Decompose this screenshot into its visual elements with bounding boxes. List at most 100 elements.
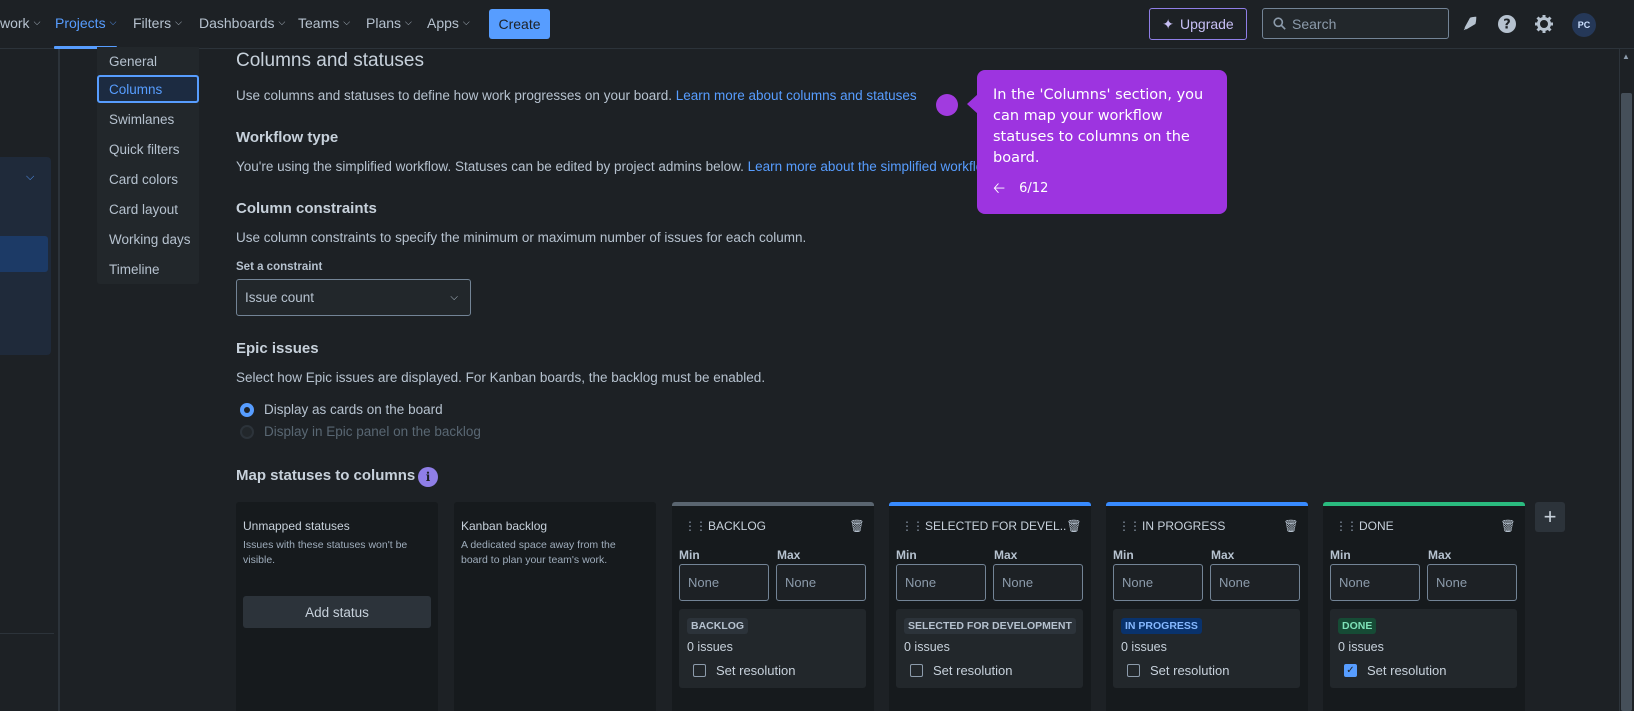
intro-text: Use columns and statuses to define how w… <box>236 88 917 103</box>
chevron-down-icon: ⌵ <box>405 16 412 27</box>
notifications-rocket-icon[interactable] <box>1459 13 1481 35</box>
radio-disabled-icon <box>240 424 254 439</box>
drag-handle-icon[interactable]: ⋮⋮ <box>901 519 924 533</box>
subnav-card-colors[interactable]: Card colors <box>97 165 199 193</box>
nav-filters[interactable]: Filters ⌵ <box>133 15 182 31</box>
tour-beacon <box>936 94 958 116</box>
search-input[interactable] <box>1292 15 1442 32</box>
drag-handle-icon[interactable]: ⋮⋮ <box>684 519 707 533</box>
subnav-quick-filters[interactable]: Quick filters <box>97 135 199 163</box>
svg-text:?: ? <box>1503 18 1511 33</box>
info-icon[interactable]: i <box>418 467 438 487</box>
subnav-general[interactable]: General <box>97 47 199 75</box>
max-label: Max <box>1211 548 1235 562</box>
nav-projects[interactable]: Projects ⌵ <box>55 15 116 31</box>
board-settings-nav: General Columns Swimlanes Quick filters … <box>97 47 199 284</box>
trash-icon[interactable]: 🗑 <box>849 519 864 533</box>
nav-apps[interactable]: Apps ⌵ <box>427 15 470 31</box>
chevron-down-icon: ⌵ <box>343 16 351 27</box>
chevron-down-icon: ⌵ <box>462 16 470 27</box>
set-resolution-checkbox[interactable]: ✓ Set resolution <box>1344 663 1447 678</box>
chevron-down-icon: ⌵ <box>450 292 458 303</box>
trash-icon[interactable]: 🗑 <box>1066 519 1081 533</box>
settings-gear-icon[interactable] <box>1533 13 1555 35</box>
learn-more-workflow-link[interactable]: Learn more about the simplified workflow <box>748 159 993 174</box>
chevron-down-icon[interactable]: ⌵ <box>26 171 34 184</box>
issue-count: 0 issues <box>1121 640 1167 654</box>
nav-your-work[interactable]: work ⌵ <box>0 15 40 31</box>
min-input[interactable] <box>896 564 986 601</box>
subnav-card-layout[interactable]: Card layout <box>97 195 199 223</box>
min-input[interactable] <box>1330 564 1420 601</box>
tooltip-step-counter: 6/12 <box>1019 181 1049 196</box>
nav-plans[interactable]: Plans ⌵ <box>366 15 412 31</box>
back-arrow-icon[interactable]: 🡠 <box>993 178 1005 199</box>
left-sidebar <box>0 49 60 711</box>
nav-dashboards[interactable]: Dashboards ⌵ <box>199 15 285 31</box>
min-label: Min <box>679 548 700 562</box>
max-label: Max <box>777 548 801 562</box>
board-column-in-progress: ⋮⋮ IN PROGRESS 🗑 Min Max IN PROGRESS 0 i… <box>1106 502 1308 711</box>
column-name[interactable]: IN PROGRESS <box>1142 519 1284 533</box>
min-input[interactable] <box>1113 564 1203 601</box>
subnav-working-days[interactable]: Working days <box>97 225 199 253</box>
status-card[interactable]: SELECTED FOR DEVELOPMENT 0 issues Set re… <box>896 609 1083 688</box>
status-card[interactable]: DONE 0 issues ✓ Set resolution <box>1330 609 1517 688</box>
max-label: Max <box>1428 548 1452 562</box>
scrollbar-thumb[interactable] <box>1621 93 1632 711</box>
sidebar-selected-item[interactable] <box>0 236 48 272</box>
max-input[interactable] <box>993 564 1083 601</box>
max-input[interactable] <box>1210 564 1300 601</box>
column-name[interactable]: DONE <box>1359 519 1501 533</box>
issue-count: 0 issues <box>904 640 950 654</box>
learn-more-columns-link[interactable]: Learn more about columns and statuses <box>676 88 917 103</box>
status-card[interactable]: IN PROGRESS 0 issues Set resolution <box>1113 609 1300 688</box>
board-column-done: ⋮⋮ DONE 🗑 Min Max DONE 0 issues ✓ Set re… <box>1323 502 1525 711</box>
set-resolution-checkbox[interactable]: Set resolution <box>693 663 796 678</box>
min-input[interactable] <box>679 564 769 601</box>
max-input[interactable] <box>1427 564 1517 601</box>
status-card[interactable]: BACKLOG 0 issues Set resolution <box>679 609 866 688</box>
chevron-down-icon: ⌵ <box>109 16 117 27</box>
subnav-timeline[interactable]: Timeline <box>97 255 199 283</box>
onboarding-tooltip: In the 'Columns' section, you can map yo… <box>967 70 1227 214</box>
status-lozenge: SELECTED FOR DEVELOPMENT <box>904 618 1076 634</box>
add-column-button[interactable]: + <box>1535 502 1565 532</box>
checkbox-checked-icon: ✓ <box>1344 664 1357 677</box>
plus-icon: + <box>1543 504 1557 529</box>
status-lozenge: BACKLOG <box>687 618 749 634</box>
subnav-swimlanes[interactable]: Swimlanes <box>97 105 199 133</box>
column-name[interactable]: BACKLOG <box>708 519 850 533</box>
user-avatar[interactable]: PC <box>1572 13 1596 37</box>
scroll-up-arrow-icon[interactable]: ▲ <box>1622 52 1630 61</box>
create-button[interactable]: Create <box>489 9 550 39</box>
subnav-columns[interactable]: Columns <box>97 75 199 103</box>
chevron-down-icon: ⌵ <box>175 16 182 27</box>
drag-handle-icon[interactable]: ⋮⋮ <box>1118 519 1141 533</box>
checkbox-icon <box>693 664 706 677</box>
set-resolution-checkbox[interactable]: Set resolution <box>910 663 1013 678</box>
epic-display-panel-radio: Display in Epic panel on the backlog <box>240 424 481 439</box>
top-navigation: work ⌵ Projects ⌵ Filters ⌵ Dashboards ⌵ Tea… <box>0 0 1634 49</box>
map-statuses-heading: Map statuses to columns <box>236 467 416 484</box>
upgrade-button[interactable]: ✦ Upgrade <box>1149 8 1247 40</box>
trash-icon[interactable]: 🗑 <box>1283 519 1298 533</box>
add-status-button[interactable]: Add status <box>243 596 431 628</box>
trash-icon[interactable]: 🗑 <box>1500 519 1515 533</box>
nav-teams[interactable]: Teams ⌵ <box>298 15 350 31</box>
constraint-label: Set a constraint <box>236 261 323 273</box>
column-name[interactable]: SELECTED FOR DEVEL... <box>925 519 1067 533</box>
tooltip-text: In the 'Columns' section, you can map yo… <box>993 87 1204 166</box>
set-resolution-checkbox[interactable]: Set resolution <box>1127 663 1230 678</box>
board-column-backlog: ⋮⋮ BACKLOG 🗑 Min Max BACKLOG 0 issues Se… <box>672 502 874 711</box>
page-title: Columns and statuses <box>236 50 424 71</box>
help-icon[interactable]: ? <box>1496 13 1518 35</box>
sidebar-divider <box>0 633 54 634</box>
drag-handle-icon[interactable]: ⋮⋮ <box>1335 519 1358 533</box>
epic-display-cards-radio[interactable]: Display as cards on the board <box>240 402 443 417</box>
checkbox-icon <box>910 664 923 677</box>
constraint-select[interactable]: Issue count ⌵ <box>236 279 471 316</box>
max-input[interactable] <box>776 564 866 601</box>
status-lozenge: IN PROGRESS <box>1121 618 1202 634</box>
search-box[interactable] <box>1262 8 1449 39</box>
